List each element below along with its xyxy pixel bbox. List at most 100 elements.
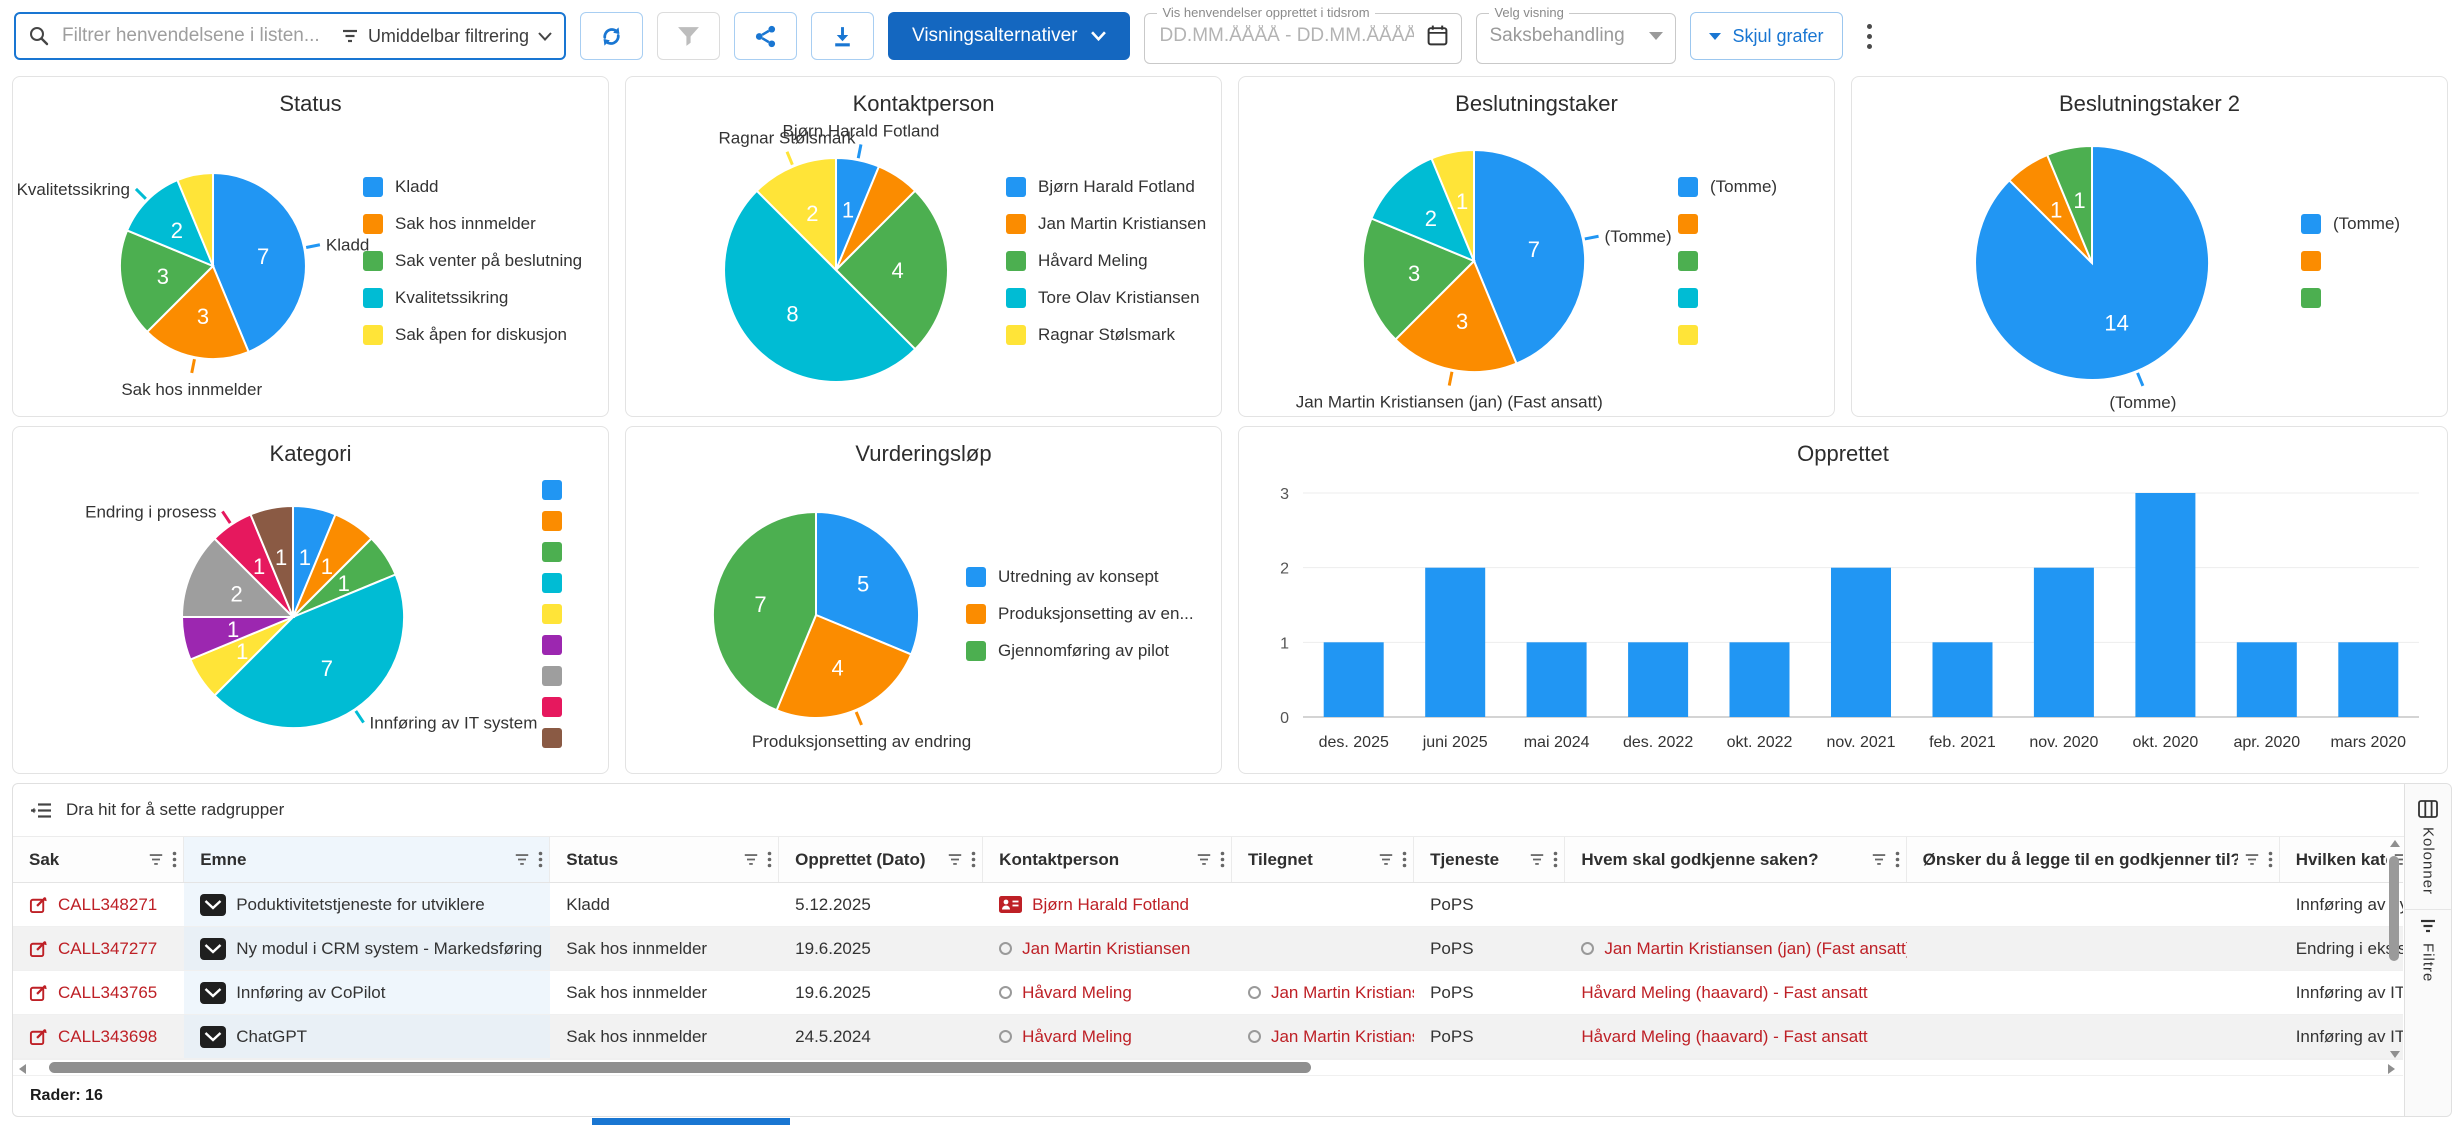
column-menu-icon[interactable] [1895,851,1900,868]
column-header-tilegnet[interactable]: Tilegnet [1232,837,1414,882]
case-link[interactable]: CALL347277 [58,939,157,959]
legend-item[interactable] [1678,251,1808,271]
vertical-scrollbar[interactable] [2387,840,2402,1058]
table-row[interactable]: CALL348271Poduktivitetstjeneste for utvi… [13,883,2403,927]
bar[interactable] [1324,642,1384,717]
download-button[interactable] [811,12,874,60]
column-filter-icon[interactable] [1378,853,1394,866]
column-header-godkjenner2[interactable]: Ønsker du å legge til en godkjenner til? [1907,837,2280,882]
legend-item[interactable]: Sak venter på beslutning [363,251,582,271]
share-button[interactable] [734,12,797,60]
search-box[interactable]: Umiddelbar filtrering [14,12,566,60]
table-row[interactable]: CALL343765Innføring av CoPilotSak hos in… [13,971,2403,1015]
scroll-down-button[interactable] [2390,1051,2400,1058]
bar[interactable] [1831,568,1891,717]
refresh-button[interactable] [580,12,643,60]
column-filter-icon[interactable] [1196,853,1212,866]
legend-item[interactable] [2301,251,2421,271]
bar[interactable] [2237,642,2297,717]
horizontal-scrollbar[interactable] [13,1059,2403,1075]
calendar-icon[interactable] [1426,24,1449,47]
visningsalternativer-button[interactable]: Visningsalternativer [888,12,1130,60]
legend-item[interactable] [542,666,582,686]
column-filter-icon[interactable] [947,853,963,866]
legend-item[interactable] [542,604,582,624]
legend-item[interactable]: Sak åpen for diskusjon [363,325,582,345]
bar[interactable] [1527,642,1587,717]
person-link[interactable]: Jan Martin Kristiansen (jan) (Fast ansat… [1604,939,1906,959]
legend-item[interactable] [542,697,582,717]
legend-item[interactable] [542,728,582,748]
legend-item[interactable]: (Tomme) [1678,177,1808,197]
legend-item[interactable]: Bjørn Harald Fotland [1006,177,1206,197]
legend-item[interactable]: Produksjonsetting av en... [966,604,1195,624]
column-menu-icon[interactable] [538,851,543,868]
column-menu-icon[interactable] [1220,851,1225,868]
horizontal-scroll-thumb[interactable] [49,1062,1311,1073]
column-header-emne[interactable]: Emne [184,837,550,882]
bar[interactable] [2034,568,2094,717]
column-header-kategori[interactable]: Hvilken kategori [2280,837,2403,882]
column-menu-icon[interactable] [1402,851,1407,868]
column-header-kontaktperson[interactable]: Kontaktperson [983,837,1232,882]
column-header-tjeneste[interactable]: Tjeneste [1414,837,1565,882]
legend-item[interactable]: Kvalitetssikring [363,288,582,308]
date-range-input[interactable] [1157,24,1416,48]
column-menu-icon[interactable] [767,851,772,868]
column-menu-icon[interactable] [2268,851,2273,868]
legend-item[interactable]: Utredning av konsept [966,567,1195,587]
person-link[interactable]: Håvard Meling (haavard) - Fast ansatt [1581,983,1867,1003]
legend-item[interactable] [542,635,582,655]
bar[interactable] [2135,493,2195,717]
legend-item[interactable]: Tore Olav Kristiansen [1006,288,1206,308]
legend-item[interactable]: Håvard Meling [1006,251,1206,271]
column-header-godkjenner[interactable]: Hvem skal godkjenne saken? [1565,837,1906,882]
legend-item[interactable] [1678,325,1808,345]
case-link[interactable]: CALL343698 [58,1027,157,1047]
more-options-button[interactable] [1857,18,1882,55]
clear-filter-button[interactable] [657,12,720,60]
vertical-scroll-thumb[interactable] [2389,856,2399,961]
bar[interactable] [1933,642,1993,717]
person-link[interactable]: Håvard Meling [1022,983,1132,1003]
legend-item[interactable]: (Tomme) [2301,214,2421,234]
tab-kolonner[interactable]: Kolonner [2405,792,2451,909]
legend-item[interactable] [542,573,582,593]
bar[interactable] [2338,642,2398,717]
column-filter-icon[interactable] [743,853,759,866]
column-header-sak[interactable]: Sak [13,837,184,882]
legend-item[interactable] [542,480,582,500]
column-filter-icon[interactable] [514,853,530,866]
column-filter-icon[interactable] [2244,853,2260,866]
column-filter-icon[interactable] [148,853,164,866]
case-link[interactable]: CALL343765 [58,983,157,1003]
column-filter-icon[interactable] [1871,853,1887,866]
person-link[interactable]: Jan Martin Kristiansen [1271,983,1414,1003]
person-link[interactable]: Bjørn Harald Fotland [1032,895,1189,915]
legend-item[interactable]: Ragnar Stølsmark [1006,325,1206,345]
person-link[interactable]: Håvard Meling [1022,1027,1132,1047]
legend-item[interactable]: Kladd [363,177,582,197]
search-input[interactable] [60,24,331,48]
legend-item[interactable] [1678,288,1808,308]
column-menu-icon[interactable] [1553,851,1558,868]
bar[interactable] [1425,568,1485,717]
bar[interactable] [1730,642,1790,717]
filter-mode-dropdown[interactable]: Umiddelbar filtrering [341,26,552,47]
tab-filtre[interactable]: Filtre [2405,909,2451,996]
scroll-up-button[interactable] [2390,840,2400,847]
scroll-left-button[interactable] [19,1064,26,1074]
case-link[interactable]: CALL348271 [58,895,157,915]
view-select-field[interactable]: Velg visning Saksbehandling [1476,8,1676,64]
person-link[interactable]: Jan Martin Kristiansen [1022,939,1190,959]
hide-charts-button[interactable]: Skjul grafer [1690,12,1842,60]
row-group-dropzone[interactable]: Dra hit for å sette radgrupper [13,784,2451,837]
column-filter-icon[interactable] [1529,853,1545,866]
legend-item[interactable] [542,511,582,531]
table-row[interactable]: CALL347277Ny modul i CRM system - Marked… [13,927,2403,971]
legend-item[interactable] [1678,214,1808,234]
person-link[interactable]: Jan Martin Kristiansen [1271,1027,1414,1047]
column-menu-icon[interactable] [172,851,177,868]
scroll-right-button[interactable] [2388,1064,2395,1074]
legend-item[interactable]: Jan Martin Kristiansen [1006,214,1206,234]
